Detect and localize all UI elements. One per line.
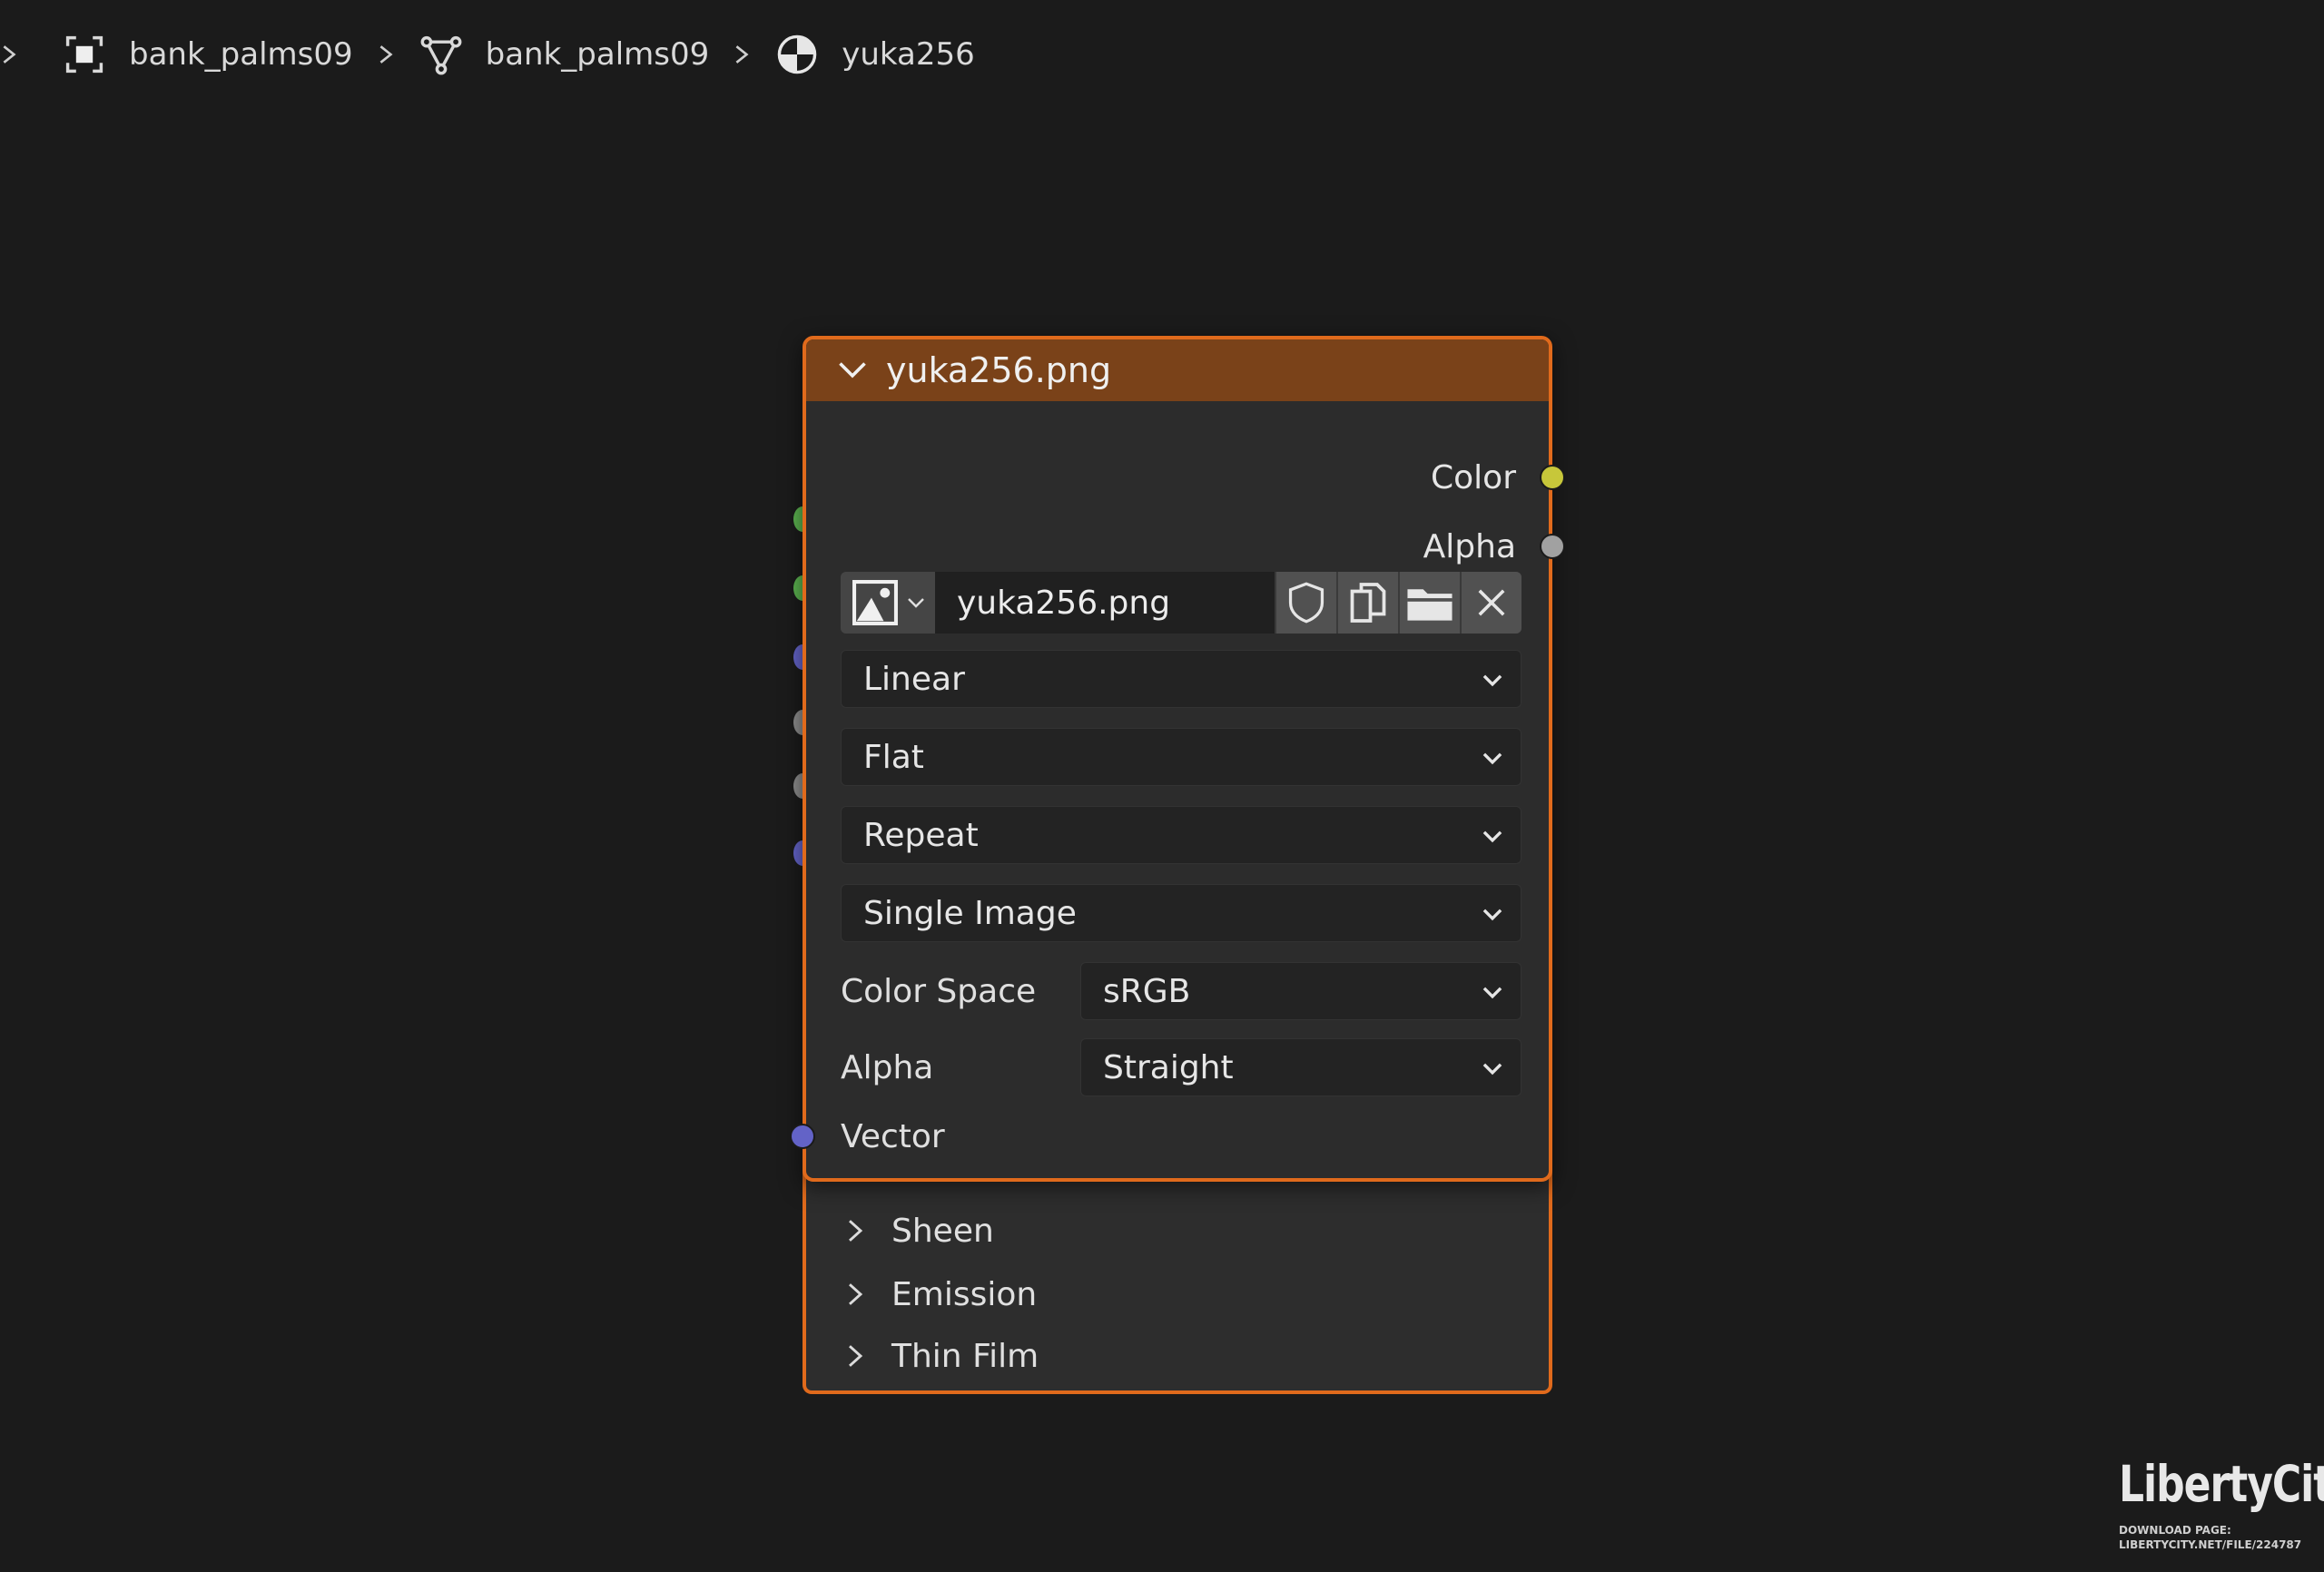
output-alpha-socket[interactable] [1540,534,1565,559]
chevron-down-icon [1482,752,1502,765]
node-header[interactable]: yuka256.png [806,339,1549,401]
duplicate-image-button[interactable] [1336,572,1398,634]
image-name-field[interactable]: yuka256.png [935,572,1275,634]
source-value: Single Image [863,894,1077,932]
duplicate-icon [1350,583,1386,623]
chevron-down-icon [908,598,924,608]
chevron-right-icon [849,1220,863,1242]
chevron-right-icon [735,45,749,64]
open-image-button[interactable] [1398,572,1460,634]
image-icon [852,580,898,625]
node-title: yuka256.png [886,350,1112,390]
input-vector-label: Vector [841,1117,945,1155]
chevron-right-icon [379,45,393,64]
color-space-label: Color Space [841,972,1037,1010]
color-space-value: sRGB [1103,972,1191,1010]
alpha-mode-label: Alpha [841,1048,934,1086]
projection-value: Flat [863,738,924,776]
watermark-line2: LIBERTYCITY.NET/FILE/224787 [2119,1538,2302,1551]
chevron-right-icon [849,1283,863,1305]
image-browse-button[interactable] [841,572,935,634]
object-icon[interactable] [64,34,105,75]
panel-emission-label: Emission [891,1275,1038,1313]
extension-dropdown[interactable]: Repeat [841,806,1521,864]
input-vector-socket[interactable] [790,1124,815,1149]
unlink-image-button[interactable] [1460,572,1521,634]
watermark-text: DOWNLOAD PAGE: LIBERTYCITY.NET/FILE/2247… [2119,1523,2304,1552]
mesh-data-icon[interactable] [420,34,462,75]
shield-icon [1288,582,1324,624]
fake-user-button[interactable] [1275,572,1336,634]
panel-sheen[interactable]: Sheen [844,1204,994,1258]
breadcrumb: bank_palms09 bank_palms09 yuka256 [0,25,975,84]
node-editor-canvas[interactable]: bank_palms09 bank_palms09 yuka256 Sheen … [0,0,2324,1572]
interpolation-value: Linear [863,660,965,698]
source-dropdown[interactable]: Single Image [841,884,1521,942]
output-color-socket[interactable] [1540,465,1565,490]
breadcrumb-object-label[interactable]: bank_palms09 [129,36,353,73]
chevron-down-icon [1482,1063,1502,1076]
watermark-logo: LibertyCity [2119,1456,2324,1514]
close-icon [1478,589,1505,616]
breadcrumb-mesh-label[interactable]: bank_palms09 [486,36,710,73]
projection-dropdown[interactable]: Flat [841,728,1521,786]
output-color-row: Color [1431,450,1516,505]
output-alpha-row: Alpha [1423,519,1516,574]
color-space-dropdown[interactable]: sRGB [1080,962,1521,1020]
output-color-label: Color [1431,458,1516,496]
alpha-mode-value: Straight [1103,1048,1234,1086]
panel-sheen-label: Sheen [891,1212,994,1250]
chevron-down-icon[interactable] [839,357,866,384]
image-texture-node[interactable]: yuka256.png Color Alpha yuka256.png Line… [790,336,1565,1182]
chevron-right-icon [849,1345,863,1367]
breadcrumb-material-label[interactable]: yuka256 [842,36,975,73]
panel-emission[interactable]: Emission [844,1267,1037,1321]
chevron-right-icon [3,45,16,64]
extension-value: Repeat [863,816,979,854]
chevron-down-icon [1482,674,1502,687]
material-icon[interactable] [776,34,818,75]
watermark: LibertyCity DOWNLOAD PAGE: LIBERTYCITY.N… [2119,1459,2324,1552]
panel-thin-film[interactable]: Thin Film [844,1329,1039,1383]
chevron-down-icon [1482,987,1502,999]
folder-icon [1407,589,1452,621]
panel-thin-film-label: Thin Film [891,1337,1039,1375]
output-alpha-label: Alpha [1423,527,1516,565]
watermark-line1: DOWNLOAD PAGE: [2119,1524,2231,1537]
chevron-down-icon [1482,909,1502,921]
image-datablock-selector: yuka256.png [841,572,1521,634]
chevron-down-icon [1482,830,1502,843]
alpha-mode-dropdown[interactable]: Straight [1080,1038,1521,1096]
interpolation-dropdown[interactable]: Linear [841,650,1521,708]
